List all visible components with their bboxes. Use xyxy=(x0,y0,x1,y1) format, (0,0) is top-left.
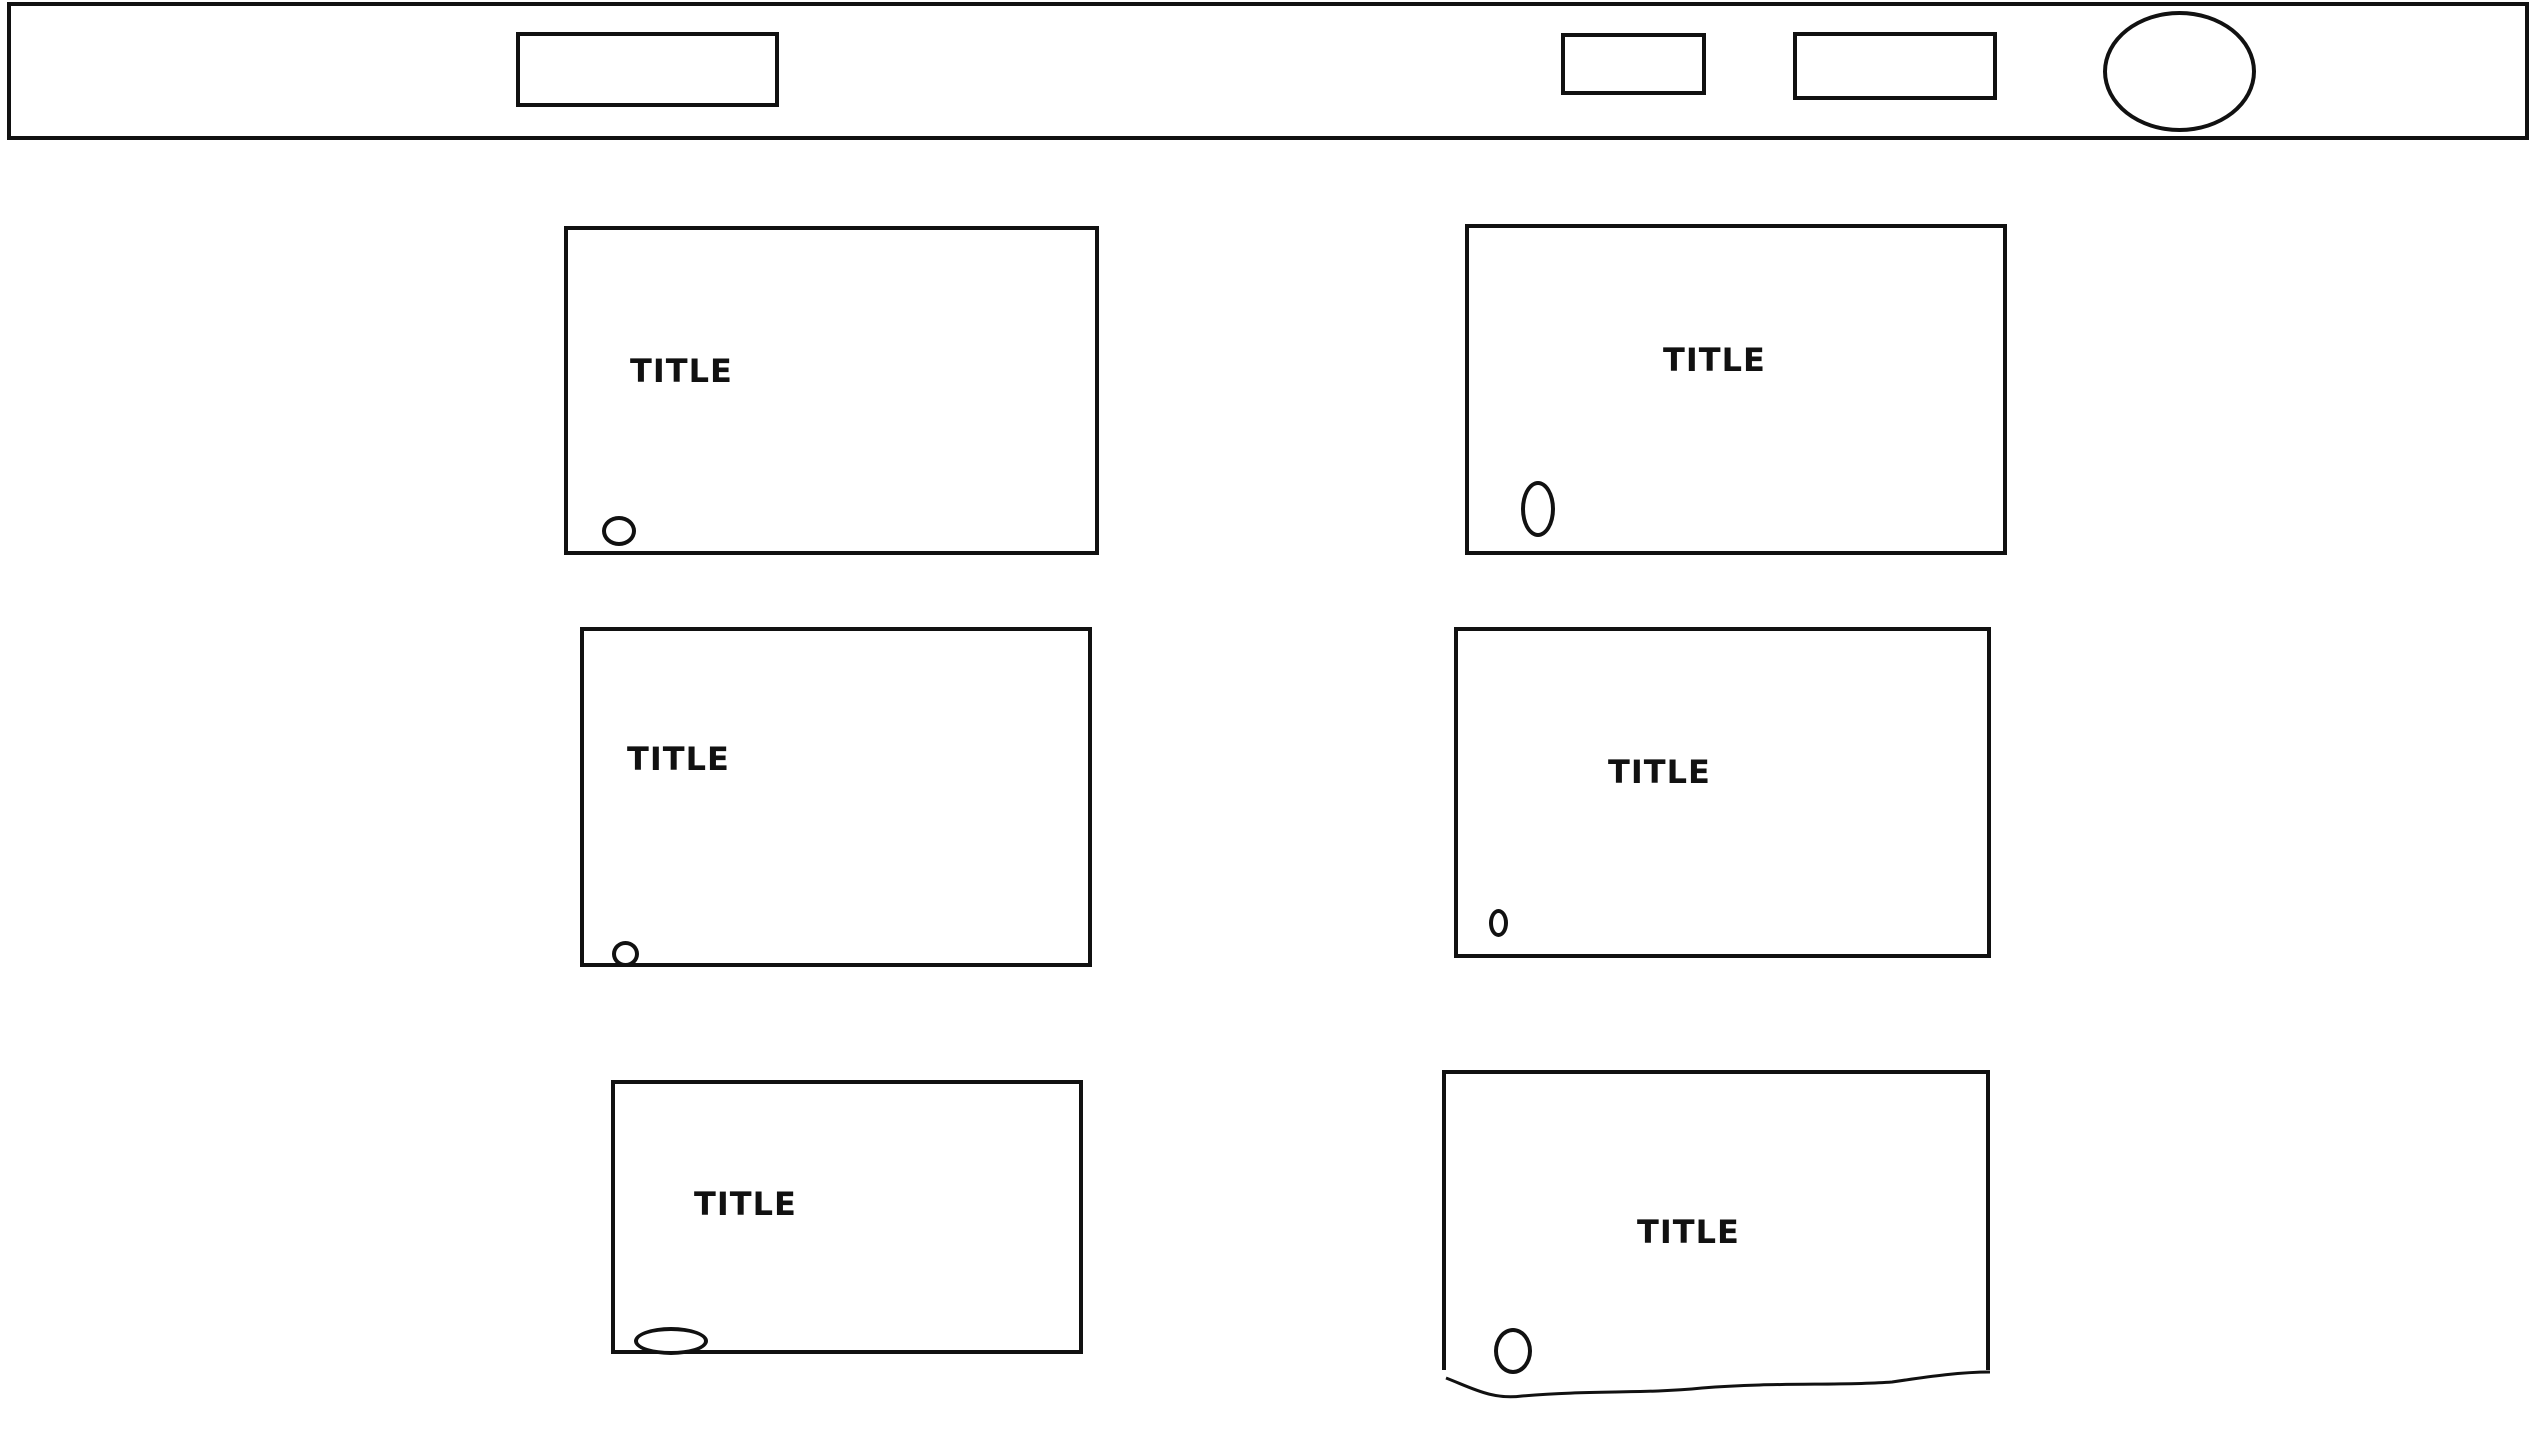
card-indicator-circle xyxy=(1521,481,1555,537)
card-title: TITLE xyxy=(694,1185,797,1223)
card-3[interactable]: TITLE xyxy=(580,627,1092,967)
header-nav-button-right[interactable] xyxy=(1793,32,1997,100)
card-indicator-circle xyxy=(612,941,639,967)
header-nav-button-small[interactable] xyxy=(1561,33,1706,95)
wireframe-canvas: TITLE TITLE TITLE TITLE TITLE TITLE xyxy=(0,0,2536,1444)
card-1[interactable]: TITLE xyxy=(564,226,1099,555)
card-4[interactable]: TITLE xyxy=(1454,627,1991,958)
card-indicator-circle xyxy=(1489,909,1508,937)
card-indicator-oval xyxy=(634,1327,708,1355)
card-5[interactable]: TITLE xyxy=(611,1080,1083,1354)
card-title: TITLE xyxy=(627,740,730,778)
card-title: TITLE xyxy=(630,352,733,390)
card-2[interactable]: TITLE xyxy=(1465,224,2007,555)
profile-avatar-circle[interactable] xyxy=(2103,11,2256,132)
card-title: TITLE xyxy=(1637,1213,1740,1251)
card-indicator-circle xyxy=(602,516,636,546)
header-nav-button-left[interactable] xyxy=(516,32,779,107)
card-title: TITLE xyxy=(1608,753,1711,791)
card-6[interactable]: TITLE xyxy=(1442,1070,1991,1410)
card-title: TITLE xyxy=(1663,341,1766,379)
card-indicator-circle xyxy=(1494,1328,1532,1374)
